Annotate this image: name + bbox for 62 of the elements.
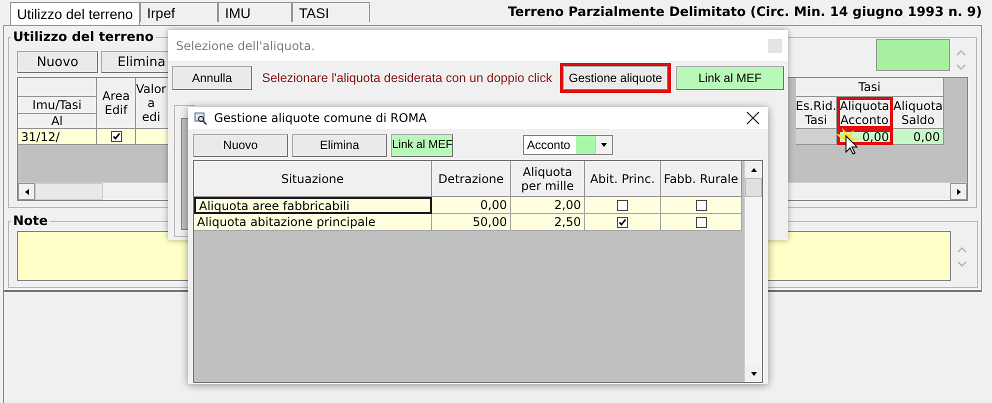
table-cell: 2,00 [511,197,585,214]
arrow-right-icon [954,188,962,196]
table-cell: 2,50 [511,214,585,231]
tab[interactable]: Irpef [140,2,218,22]
table-cell: 31/12/ [18,129,97,145]
scroll-right-button[interactable] [950,183,967,200]
column-header: Aliquota per mille [511,161,585,197]
dialog-title: Selezione dell'aliquota. [176,38,315,52]
checkbox[interactable] [617,216,628,228]
table-cell: 0,00 [432,197,511,214]
scroll-up-button[interactable] [745,161,762,178]
column-header: Imu/Tasi [18,97,97,114]
table-cell[interactable]: Aliquota aree fabbricabili [194,197,432,214]
tab[interactable]: TASI [292,2,370,22]
arrow-up-icon [750,166,758,174]
cancel-button[interactable]: Annulla [172,66,252,90]
column-header: Area Edif [97,78,136,129]
arrow-down-icon [750,370,758,378]
scroll-left-button[interactable] [18,183,35,200]
button[interactable]: Link al MEF [391,134,453,156]
column-header: Fabb. Rurale [661,161,742,197]
scroll-down-button[interactable] [745,365,762,382]
section-title: Note [12,214,49,229]
tab[interactable]: IMU [218,2,292,22]
scrollbar-thumb[interactable] [745,178,762,197]
table-cell[interactable]: Aliquota abitazione principale [194,214,432,231]
scrollbar-thumb[interactable] [35,183,103,200]
table-cell [796,129,837,145]
column-header: Situazione [194,161,432,197]
instruction-text: Selezionare l'aliquota desiderata con un doppio click [262,71,552,85]
button[interactable]: Nuovo [193,134,288,156]
button[interactable]: Gestione aliquote [563,66,668,90]
checkbox[interactable] [110,131,122,142]
arrow-left-icon [22,188,30,196]
chevron-down-icon [957,260,967,268]
magnifier-icon [194,111,208,125]
column-header: Valor a edi [136,78,170,129]
button[interactable]: Link al MEF [676,66,784,90]
section-title: Utilizzo del terreno [12,30,155,45]
column-header: Al [18,114,97,129]
column-header: Es.Rid. Tasi [796,97,837,129]
chevron-up-icon [956,49,966,57]
column-header: Tasi [796,78,944,97]
checkbox[interactable] [696,216,706,228]
checkbox[interactable] [617,200,628,210]
checkbox[interactable] [696,200,706,210]
dialog-title: Gestione aliquote comune di ROMA [214,111,427,125]
column-header: Abit. Princ. [585,161,661,197]
form-title: Terreno Parzialmente Delimitato (Circ. Min. 14 giugno 1993 n. 9) [508,5,982,20]
button[interactable]: Nuovo [17,51,98,73]
chevron-down-icon [956,63,966,71]
table-cell: 50,00 [432,214,511,231]
tab[interactable]: Utilizzo del terreno [10,2,140,25]
button[interactable]: Elimina [292,134,387,156]
table-cell: 0,00 [893,129,944,145]
input-field[interactable] [876,39,950,71]
column-header: Detrazione [432,161,511,197]
dropdown-arrow-icon [600,141,608,149]
period-dropdown[interactable]: Acconto [523,135,613,155]
column-header: Aliquota Acconto [837,97,893,129]
chevron-up-icon [957,246,967,254]
column-header: Aliquota Saldo [893,97,944,129]
